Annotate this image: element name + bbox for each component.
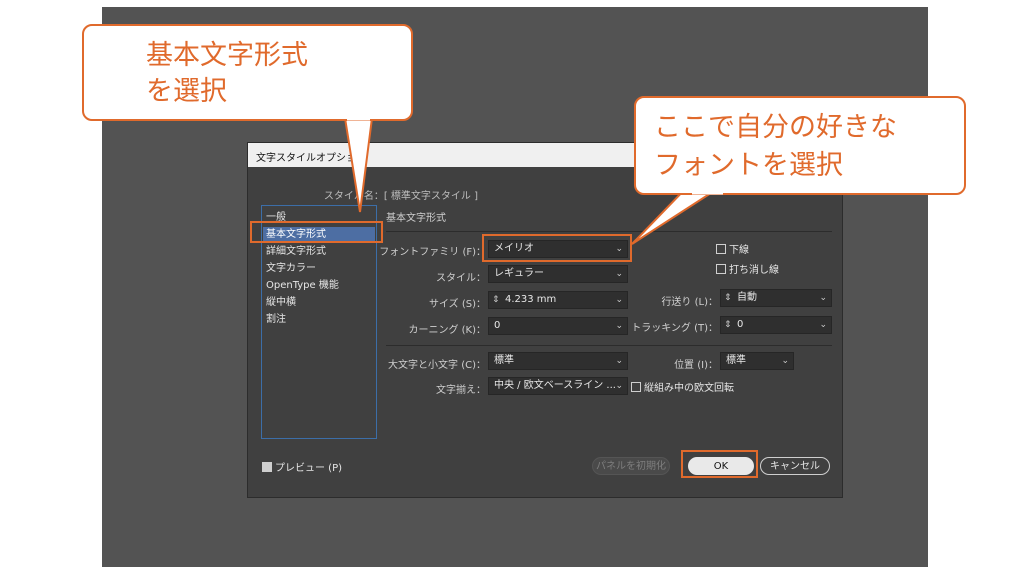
callout-tail-joins (347, 117, 723, 195)
